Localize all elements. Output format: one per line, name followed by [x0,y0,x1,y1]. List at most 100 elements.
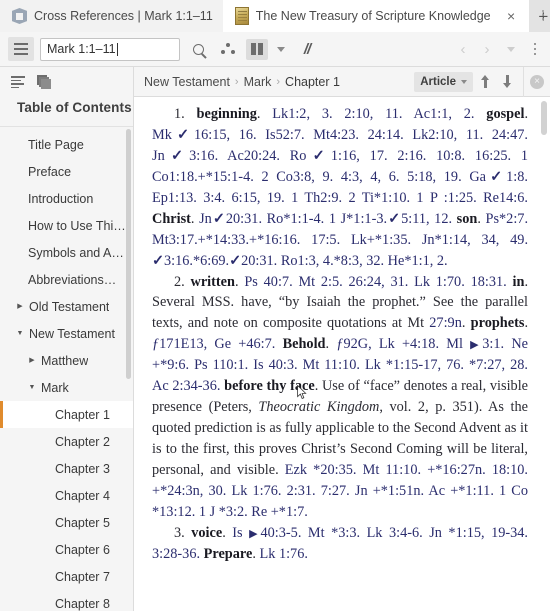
scripture-reference[interactable]: 16:15, 16. [194,127,265,143]
layers-stack-icon[interactable] [37,75,52,89]
sidebar-item-chapter-6[interactable]: Chapter 6 [0,536,133,563]
scripture-reference[interactable]: Ro [281,253,298,269]
breadcrumb-item-chapter-1[interactable]: Chapter 1 [285,75,340,89]
next-hit-button[interactable] [497,71,517,93]
checkmark-icon[interactable]: ✓ [165,148,189,164]
scripture-reference[interactable]: 1:16, 17. 2:16. 10:8. 16:25. 1 [331,148,528,164]
scripture-reference[interactable]: 52:7. [276,127,314,143]
chevron-down-icon[interactable] [274,37,288,61]
scripture-reference[interactable]: *1:1-3. [346,211,387,227]
forward-button[interactable]: › [478,42,496,57]
sidebar-item-title-page[interactable]: Title Page [0,131,133,158]
history-chevron-down-icon[interactable] [502,37,520,61]
scripture-reference[interactable]: Re [483,190,499,206]
double-slash-icon[interactable]: // [294,37,320,61]
scroll-up-arrow-icon[interactable]: ▲ [540,97,548,100]
sidebar-item-preface[interactable]: Preface [0,158,133,185]
breadcrumb-item-new-testament[interactable]: New Testament [144,75,230,89]
chevron-right-icon[interactable]: ▶ [14,303,26,310]
previous-hit-button[interactable] [475,71,495,93]
sidebar-item-symbols[interactable]: Symbols and A… [0,239,133,266]
sidebar-item-introduction[interactable]: Introduction [0,185,133,212]
close-icon[interactable]: × [504,9,519,24]
tabbar-overflow-icon[interactable] [538,4,548,26]
content-scrollbar-thumb[interactable] [541,101,547,135]
checkmark-icon[interactable]: ✓ [387,211,401,227]
scripture-reference[interactable]: 20:31. [226,211,267,227]
sidebar-item-chapter-7[interactable]: Chapter 7 [0,563,133,590]
scripture-reference[interactable]: Co [152,169,169,185]
sidebar-item-old-testament[interactable]: ▶ Old Testament [0,293,133,320]
scripture-reference[interactable]: 1:13. 3:4. 6:15, 19. 1 [168,190,304,206]
article-dropdown-button[interactable]: Article [414,71,473,92]
sidebar-item-mark[interactable]: ▼ Mark [0,374,133,401]
scripture-reference[interactable]: Ps 40:7. Mt 2:5. 26:24, 31. Lk 1:70. 18:… [244,274,512,290]
scripture-reference[interactable]: 4:23. 24:14. [330,127,412,143]
scripture-reference[interactable]: 3:8, 9. 4:3, 4, 6. 5:18, 19. [293,169,469,185]
checkmark-icon[interactable]: ✓ [212,211,226,227]
scripture-reference[interactable]: 1:18.+*15:1-4. 2 [169,169,277,185]
scripture-reference[interactable]: 5:11, 12. [401,211,457,227]
scripture-reference[interactable]: Jn [422,232,435,248]
scripture-reference[interactable]: 92G, Lk +4:18. Ml [343,336,470,352]
scripture-reference[interactable]: Jn [152,148,165,164]
scripture-reference[interactable]: 14:6. [499,190,528,206]
chevron-down-icon[interactable]: ▼ [26,384,38,391]
scripture-reference[interactable]: *1:1-4. 1 [283,211,340,227]
breadcrumb-item-mark[interactable]: Mark [244,75,272,89]
scripture-reference[interactable]: 3:16. [189,148,227,164]
sidebar-item-how-to-use[interactable]: How to Use Thi… [0,212,133,239]
scripture-reference[interactable]: Ac [227,148,244,164]
overflow-menu-icon[interactable] [526,38,544,60]
checkmark-icon[interactable]: ✓ [172,127,194,143]
article-body[interactable]: ▲ 1. beginning. Lk1:2, 3. 2:10, 11. Ac1:… [134,97,550,611]
sidebar-item-chapter-3[interactable]: Chapter 3 [0,455,133,482]
scripture-reference[interactable]: 2:9. 2 [320,190,361,206]
sidebar-item-chapter-5[interactable]: Chapter 5 [0,509,133,536]
triangle-marker-icon[interactable]: ▶ [470,339,482,351]
back-button[interactable]: ‹ [454,42,472,57]
scripture-reference[interactable]: *1:14, 34, 49. [435,232,528,248]
scripture-reference[interactable]: 3:17.+*14:33.+*16:16. 17:5. [169,232,351,248]
scripture-reference[interactable]: Lk [412,127,428,143]
scripture-reference[interactable]: Ro [267,211,284,227]
toc-list-icon[interactable] [11,76,25,88]
scripture-reference[interactable]: Th [304,190,320,206]
scripture-reference[interactable]: Lk 1:76. [259,546,307,562]
chevron-down-icon[interactable]: ▼ [14,330,26,337]
scripture-reference[interactable]: Ps [486,211,500,227]
scripture-reference[interactable]: Lk [351,232,367,248]
checkmark-icon[interactable]: ✓ [486,169,506,185]
scripture-reference[interactable]: 20:31. [241,253,281,269]
scripture-reference[interactable]: 20:24. [244,148,290,164]
scripture-reference[interactable]: 171E13, Ge +46:7. [159,336,282,352]
parallel-columns-icon[interactable] [246,38,268,60]
scripture-reference[interactable]: He [388,253,405,269]
scripture-reference[interactable]: 3:16.*6:69. [164,253,229,269]
scripture-reference[interactable]: 27:9n [429,315,462,331]
sidebar-item-chapter-1[interactable]: Chapter 1 [0,401,133,428]
sidebar-item-chapter-2[interactable]: Chapter 2 [0,428,133,455]
scripture-reference[interactable]: Is [232,525,249,541]
scripture-reference[interactable]: *2:7. [499,211,528,227]
scripture-reference[interactable]: Is [265,127,275,143]
sidebar-item-new-testament[interactable]: ▼ New Testament [0,320,133,347]
scripture-reference[interactable]: Ac [413,106,430,122]
triangle-marker-icon[interactable]: ▶ [249,528,260,540]
scripture-reference[interactable]: 2:10, 11. 24:47. [428,127,528,143]
checkmark-icon[interactable]: ✓ [306,148,330,164]
scripture-reference[interactable]: *1:10. 1 P :1:25. [374,190,483,206]
scripture-reference[interactable]: Lk [272,106,288,122]
scripture-reference[interactable]: 1:1, 2. [430,106,486,122]
scripture-reference[interactable]: Mt [313,127,330,143]
sidebar-item-matthew[interactable]: ▶ Matthew [0,347,133,374]
scripture-reference[interactable]: Jn [199,211,212,227]
sidebar-item-chapter-4[interactable]: Chapter 4 [0,482,133,509]
sidebar-item-abbreviations[interactable]: Abbreviations… [0,266,133,293]
search-icon[interactable] [186,37,210,61]
scripture-reference[interactable]: 1:8. [506,169,528,185]
scripture-reference[interactable]: Mt [152,232,169,248]
three-dots-cluster-icon[interactable] [216,37,240,61]
sidebar-item-chapter-8[interactable]: Chapter 8 [0,590,133,611]
reference-input[interactable]: Mark 1:1–11 [40,37,180,61]
